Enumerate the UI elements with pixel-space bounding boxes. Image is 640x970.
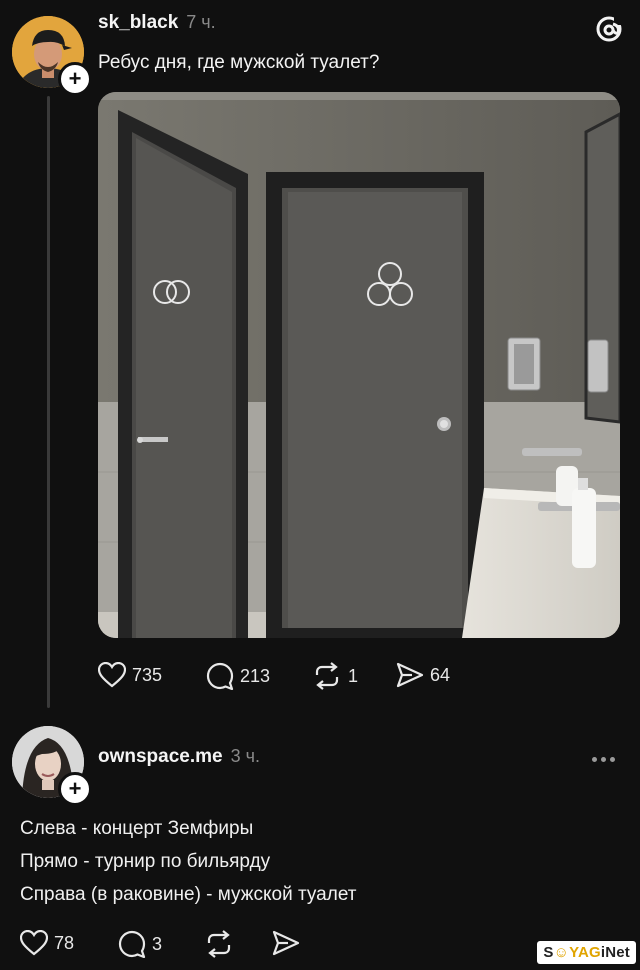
comment-button[interactable]: 213 [206,662,270,690]
repost-count: 1 [348,665,359,686]
post-username[interactable]: sk_black [98,12,178,34]
send-icon [272,930,300,956]
reply-like-button[interactable]: 78 [20,930,74,956]
like-button[interactable]: 735 [98,662,162,688]
reply-username[interactable]: ownspace.me [98,746,223,768]
share-button[interactable]: 64 [396,662,450,688]
heart-icon [98,662,126,688]
follow-plus-icon[interactable]: + [58,772,92,806]
reply-timestamp: 3 ч. [230,746,260,766]
more-dots-icon[interactable] [592,752,622,766]
reply-repost-button[interactable] [204,930,234,958]
reply-like-count: 78 [54,932,75,953]
post-image[interactable] [98,92,620,638]
comment-bubble-icon [118,930,146,958]
reply-comment-count: 3 [152,933,163,954]
send-icon [396,662,424,688]
repost-button[interactable]: 1 [312,662,358,690]
site-watermark: S☺YAGiNet [537,941,636,964]
reply-line: Слева - концерт Земфиры [20,818,254,839]
reply-header: ownspace.me 3 ч. [98,746,260,768]
post-text: Ребус дня, где мужской туалет? [98,52,380,73]
comment-bubble-icon [206,662,234,690]
comment-count: 213 [240,665,271,686]
like-count: 735 [132,664,163,685]
reply-line: Прямо - турнир по бильярду [20,851,271,872]
watermark-prefix: S [543,944,554,961]
post-header: sk_black 7 ч. [98,12,216,34]
watermark-suffix: iNet [600,944,630,961]
repost-icon [207,930,231,958]
reply-comment-button[interactable]: 3 [118,930,162,958]
watermark-smiley-icon: ☺ [553,944,570,961]
follow-plus-icon[interactable]: + [58,62,92,96]
threads-logo-icon[interactable] [594,14,624,44]
repost-icon [315,662,339,690]
reply-line: Справа (в раковине) - мужской туалет [20,884,357,905]
share-count: 64 [430,664,451,685]
heart-icon [20,930,48,956]
watermark-middle: YAG [569,944,601,961]
post-timestamp: 7 ч. [186,12,216,32]
thread-connector-line [47,96,50,708]
reply-share-button[interactable] [272,930,300,956]
